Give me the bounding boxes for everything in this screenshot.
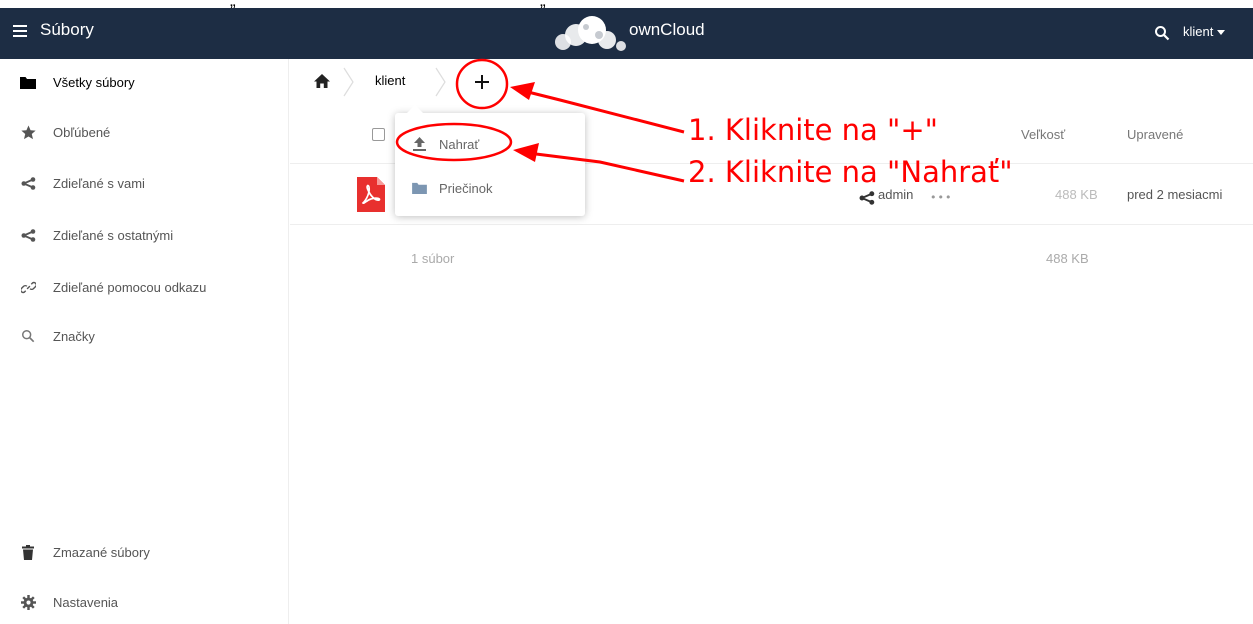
link-icon bbox=[18, 277, 38, 297]
sidebar-item-label: Značky bbox=[53, 328, 95, 344]
breadcrumb-separator bbox=[435, 67, 446, 97]
breadcrumb-separator bbox=[343, 67, 354, 97]
new-item-dropdown: Nahrať Priečinok bbox=[395, 105, 585, 216]
total-size-summary: 488 KB bbox=[1046, 251, 1089, 266]
file-size: 488 KB bbox=[1055, 187, 1098, 202]
search-icon[interactable] bbox=[1154, 25, 1170, 41]
annotation-step-1: 1. Kliknite na "+" bbox=[688, 113, 939, 147]
upload-icon bbox=[411, 136, 427, 152]
folder-label: Priečinok bbox=[439, 180, 493, 196]
sidebar-item-label: Obľúbené bbox=[53, 124, 111, 140]
sidebar-item-all-files[interactable]: Všetky súbory bbox=[0, 59, 289, 105]
top-header: Súbory ownCloud klient bbox=[0, 8, 1253, 59]
add-new-button[interactable] bbox=[473, 73, 491, 91]
home-icon[interactable] bbox=[314, 73, 330, 89]
upload-label: Nahrať bbox=[439, 136, 480, 152]
pdf-file-icon bbox=[357, 177, 385, 212]
breadcrumb-current[interactable]: klient bbox=[375, 73, 405, 88]
sidebar-item-label: Zdieľané s ostatnými bbox=[53, 227, 174, 243]
cloud-logo-icon[interactable] bbox=[549, 13, 629, 53]
sidebar-item-label: Zdieľané s vami bbox=[53, 175, 145, 191]
file-modified: pred 2 mesiacmi bbox=[1127, 187, 1223, 202]
caption-fragment-right: „ bbox=[540, 0, 546, 8]
chevron-down-icon[interactable] bbox=[1217, 30, 1226, 36]
tag-search-icon bbox=[18, 326, 38, 346]
brand-name: ownCloud bbox=[629, 20, 705, 39]
folder-icon bbox=[18, 72, 38, 92]
file-owner[interactable]: admin bbox=[878, 187, 913, 202]
annotation-step-2: 2. Kliknite na "Nahrať" bbox=[688, 155, 1013, 189]
sidebar-item-favorites[interactable]: Obľúbené bbox=[0, 109, 289, 155]
star-icon bbox=[18, 122, 38, 142]
more-options-icon[interactable]: ••• bbox=[930, 191, 952, 204]
app-title[interactable]: Súbory bbox=[40, 20, 94, 40]
column-header-size[interactable]: Veľkosť bbox=[1021, 127, 1065, 142]
folder-icon bbox=[411, 180, 427, 196]
trash-icon bbox=[18, 542, 38, 562]
share-icon[interactable] bbox=[859, 190, 875, 206]
user-menu[interactable]: klient bbox=[1183, 24, 1226, 39]
user-name[interactable]: klient bbox=[1183, 24, 1213, 39]
file-count-summary: 1 súbor bbox=[411, 251, 455, 266]
sidebar-item-shared-by-link[interactable]: Zdieľané pomocou odkazu bbox=[0, 264, 289, 310]
hamburger-icon[interactable] bbox=[13, 25, 27, 37]
new-folder-menu-item[interactable]: Priečinok bbox=[395, 171, 585, 205]
sidebar-item-label: Všetky súbory bbox=[53, 74, 135, 90]
divider bbox=[290, 224, 1253, 225]
column-header-modified[interactable]: Upravené bbox=[1127, 127, 1183, 142]
sidebar-item-shared-with-you[interactable]: Zdieľané s vami bbox=[0, 160, 289, 206]
select-all-checkbox[interactable] bbox=[372, 128, 385, 141]
sidebar-item-tags[interactable]: Značky bbox=[0, 313, 289, 359]
sidebar-item-settings[interactable]: Nastavenia bbox=[0, 579, 289, 624]
sidebar-item-label: Nastavenia bbox=[53, 594, 119, 610]
upload-menu-item[interactable]: Nahrať bbox=[395, 127, 585, 161]
share-icon bbox=[18, 173, 38, 193]
sidebar-item-deleted-files[interactable]: Zmazané súbory bbox=[0, 529, 289, 575]
sidebar-item-label: Zdieľané pomocou odkazu bbox=[53, 279, 207, 295]
gear-icon bbox=[18, 592, 38, 612]
breadcrumb: klient bbox=[290, 59, 1253, 105]
sidebar: Všetky súbory Obľúbené Zdieľané s vami Z… bbox=[0, 59, 289, 624]
caption-fragment-left: „ bbox=[230, 0, 236, 8]
sidebar-item-shared-with-others[interactable]: Zdieľané s ostatnými bbox=[0, 212, 289, 258]
share-icon bbox=[18, 225, 38, 245]
cropped-caption: „ „ bbox=[0, 0, 1253, 8]
sidebar-item-label: Zmazané súbory bbox=[53, 544, 150, 560]
